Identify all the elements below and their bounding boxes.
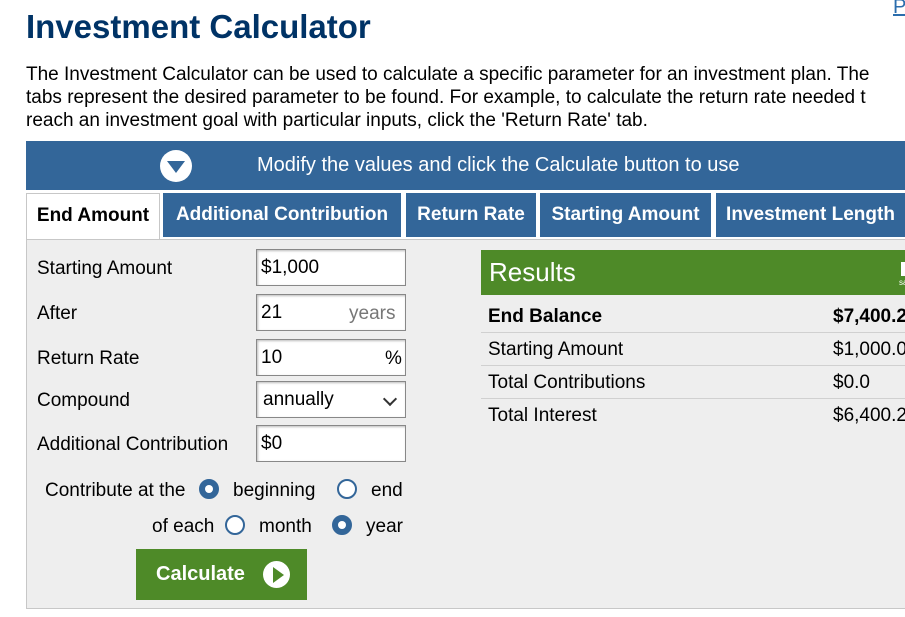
radio-beginning-label[interactable]: beginning (233, 480, 315, 502)
result-value-total-interest: $6,400.2 (833, 405, 905, 426)
result-label-end-balance: End Balance (488, 306, 603, 327)
radio-year[interactable] (332, 515, 352, 535)
compound-selected-value: annually (263, 389, 334, 410)
calculate-button[interactable]: Calculate (136, 549, 307, 600)
additional-contribution-label: Additional Contribution (37, 434, 229, 455)
return-rate-input[interactable] (256, 339, 406, 376)
after-label: After (37, 303, 78, 324)
radio-year-label[interactable]: year (366, 516, 403, 538)
additional-contribution-input[interactable] (256, 425, 406, 462)
instruction-banner[interactable]: Modify the values and click the Calculat… (26, 141, 905, 190)
banner-text: Modify the values and click the Calculat… (257, 154, 740, 176)
tab-starting-amount[interactable]: Starting Amount (540, 193, 711, 237)
compound-label: Compound (37, 390, 130, 411)
intro-line: The Investment Calculator can be used to… (26, 64, 870, 85)
tab-additional-contribution[interactable]: Additional Contribution (163, 193, 401, 237)
result-label-total-contributions: Total Contributions (488, 372, 646, 393)
results-header: Results sa (481, 250, 905, 295)
save-label[interactable]: sa (899, 278, 905, 287)
starting-amount-input[interactable] (256, 249, 406, 286)
radio-month-label[interactable]: month (259, 516, 312, 538)
radio-beginning[interactable] (199, 479, 219, 499)
tab-end-amount[interactable]: End Amount (26, 193, 160, 240)
calculator-panel: Starting Amount After years Return Rate … (26, 239, 905, 609)
years-suffix: years (349, 303, 396, 324)
results-divider (481, 332, 905, 333)
save-icon[interactable] (901, 262, 905, 276)
top-nav-link[interactable]: P (893, 0, 905, 19)
page-title: Investment Calculator (26, 8, 371, 45)
result-label-total-interest: Total Interest (488, 405, 597, 426)
results-title: Results (489, 257, 576, 287)
compound-select[interactable]: annually (256, 381, 406, 418)
play-icon (263, 561, 290, 588)
result-value-total-contributions: $0.0 (833, 372, 870, 393)
calculate-button-label: Calculate (156, 563, 245, 585)
chevron-down-icon (382, 391, 398, 407)
intro-line: reach an investment goal with particular… (26, 110, 648, 131)
radio-month[interactable] (225, 515, 245, 535)
intro-line: tabs represent the desired parameter to … (26, 87, 866, 108)
tab-return-rate[interactable]: Return Rate (406, 193, 536, 237)
radio-end[interactable] (337, 479, 357, 499)
intro-paragraph: The Investment Calculator can be used to… (26, 63, 905, 132)
result-value-end-balance: $7,400.2 (833, 306, 905, 327)
tab-investment-length[interactable]: Investment Length (716, 193, 905, 237)
starting-amount-label: Starting Amount (37, 258, 173, 279)
of-each-label: of each (152, 516, 215, 537)
results-divider (481, 398, 905, 399)
chevron-down-icon[interactable] (160, 150, 192, 182)
contribute-at-label: Contribute at the (45, 480, 186, 501)
results-divider (481, 365, 905, 366)
radio-end-label[interactable]: end (371, 480, 403, 502)
percent-suffix: % (385, 348, 402, 369)
result-value-starting-amount: $1,000.0 (833, 339, 905, 360)
return-rate-label: Return Rate (37, 348, 140, 369)
result-label-starting-amount: Starting Amount (488, 339, 624, 360)
